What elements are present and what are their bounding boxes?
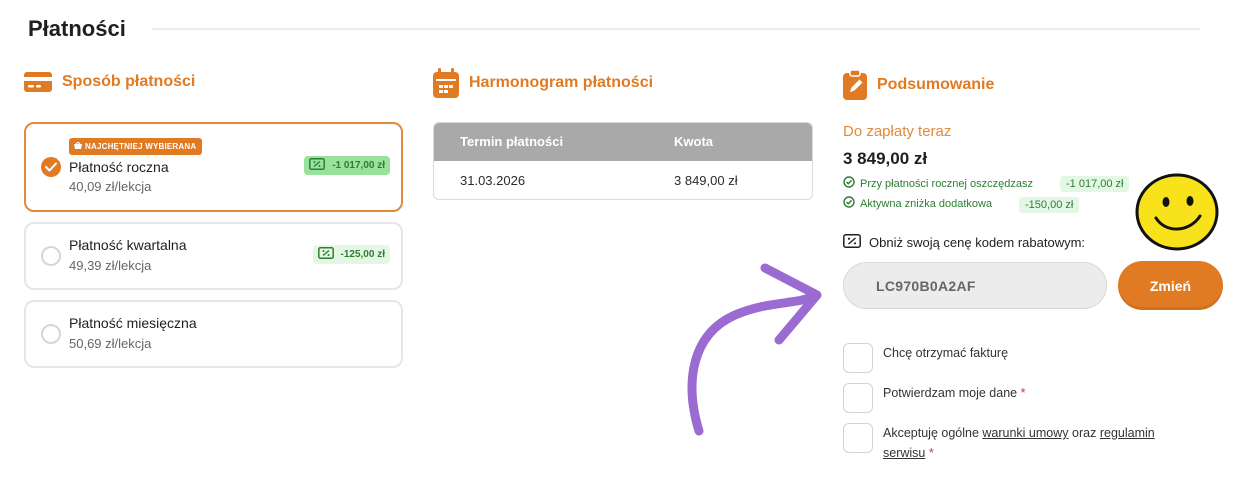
page-title: Płatności <box>28 16 126 41</box>
option-name: Płatność kwartalna <box>69 237 187 253</box>
option-name: Płatność miesięczna <box>69 315 197 331</box>
discount-note-value: -150,00 zł <box>1019 197 1080 213</box>
annotation-arrow-icon <box>687 263 822 436</box>
required-mark: * <box>1020 386 1026 400</box>
title-divider <box>152 28 1200 30</box>
discount-note: Aktywna zniżka dodatkowa <box>843 196 992 211</box>
summary-heading: Podsumowanie <box>843 70 994 100</box>
credit-card-icon <box>24 72 52 92</box>
promo-code-label: Obniż swoją cenę kodem rabatowym: <box>843 234 1085 251</box>
basket-icon <box>74 141 82 151</box>
invoice-checkbox-label: Chcę otrzymać fakturę <box>883 346 1009 360</box>
option-price: 49,39 zł/lekcja <box>69 258 152 273</box>
amount-due-value: 3 849,00 zł <box>843 149 928 168</box>
schedule-heading: Harmonogram płatności <box>433 68 653 98</box>
discount-ticket-icon <box>309 158 326 173</box>
radio-checked-icon[interactable] <box>41 157 61 177</box>
regulations-link[interactable]: regulamin <box>1100 426 1155 440</box>
column-header-amount: Kwota <box>674 134 713 149</box>
confirm-data-checkbox[interactable] <box>843 383 873 413</box>
discount-ticket-icon <box>317 247 334 262</box>
saving-note-yearly: Przy płatności rocznej oszczędzasz <box>843 176 1033 191</box>
payment-option-yearly[interactable]: NAJCHĘTNIEJ WYBIERANA Płatność roczna 40… <box>24 122 403 212</box>
terms-checkbox[interactable] <box>843 423 873 453</box>
change-promo-button[interactable]: Zmień <box>1118 261 1223 310</box>
saving-badge: -1 017,00 zł <box>304 156 390 175</box>
confirm-data-label: Potwierdzam moje dane * <box>883 386 1026 400</box>
schedule-heading-text: Harmonogram płatności <box>469 74 654 91</box>
check-circle-icon <box>843 196 855 211</box>
saving-badge: -125,00 zł <box>312 245 390 264</box>
promo-code-input[interactable] <box>843 262 1107 309</box>
terms-label: Akceptuję ogólne warunki umowy oraz regu… <box>883 426 1155 460</box>
payment-option-monthly[interactable]: Płatność miesięczna 50,69 zł/lekcja <box>24 300 403 368</box>
saving-note-value: -1 017,00 zł <box>1060 176 1130 192</box>
option-price: 50,69 zł/lekcja <box>69 336 152 351</box>
clipboard-edit-icon <box>843 70 867 100</box>
column-header-date: Termin płatności <box>460 134 564 149</box>
option-price: 40,09 zł/lekcja <box>69 179 152 194</box>
check-circle-icon <box>843 176 855 191</box>
smiley-face-icon <box>1135 173 1219 251</box>
summary-heading-text: Podsumowanie <box>877 76 995 93</box>
discount-ticket-icon <box>843 234 861 251</box>
regulations-link-continued[interactable]: serwisu <box>883 446 925 460</box>
payment-method-heading: Sposób płatności <box>24 72 195 92</box>
calendar-icon <box>433 68 459 98</box>
terms-link[interactable]: warunki umowy <box>982 426 1068 440</box>
option-name: Płatność roczna <box>69 159 169 175</box>
required-mark: * <box>928 446 934 460</box>
radio-icon[interactable] <box>41 246 61 266</box>
amount-due-label: Do zapłaty teraz <box>843 123 952 140</box>
invoice-checkbox[interactable] <box>843 343 873 373</box>
schedule-table: Termin płatności Kwota 31.03.2026 3 849,… <box>433 122 813 200</box>
radio-icon[interactable] <box>41 324 61 344</box>
table-cell-amount: 3 849,00 zł <box>674 173 738 188</box>
payment-method-heading-text: Sposób płatności <box>62 73 196 90</box>
table-cell-date: 31.03.2026 <box>460 173 526 188</box>
payment-option-quarterly[interactable]: Płatność kwartalna 49,39 zł/lekcja -125,… <box>24 222 403 290</box>
popular-badge: NAJCHĘTNIEJ WYBIERANA <box>69 138 203 155</box>
